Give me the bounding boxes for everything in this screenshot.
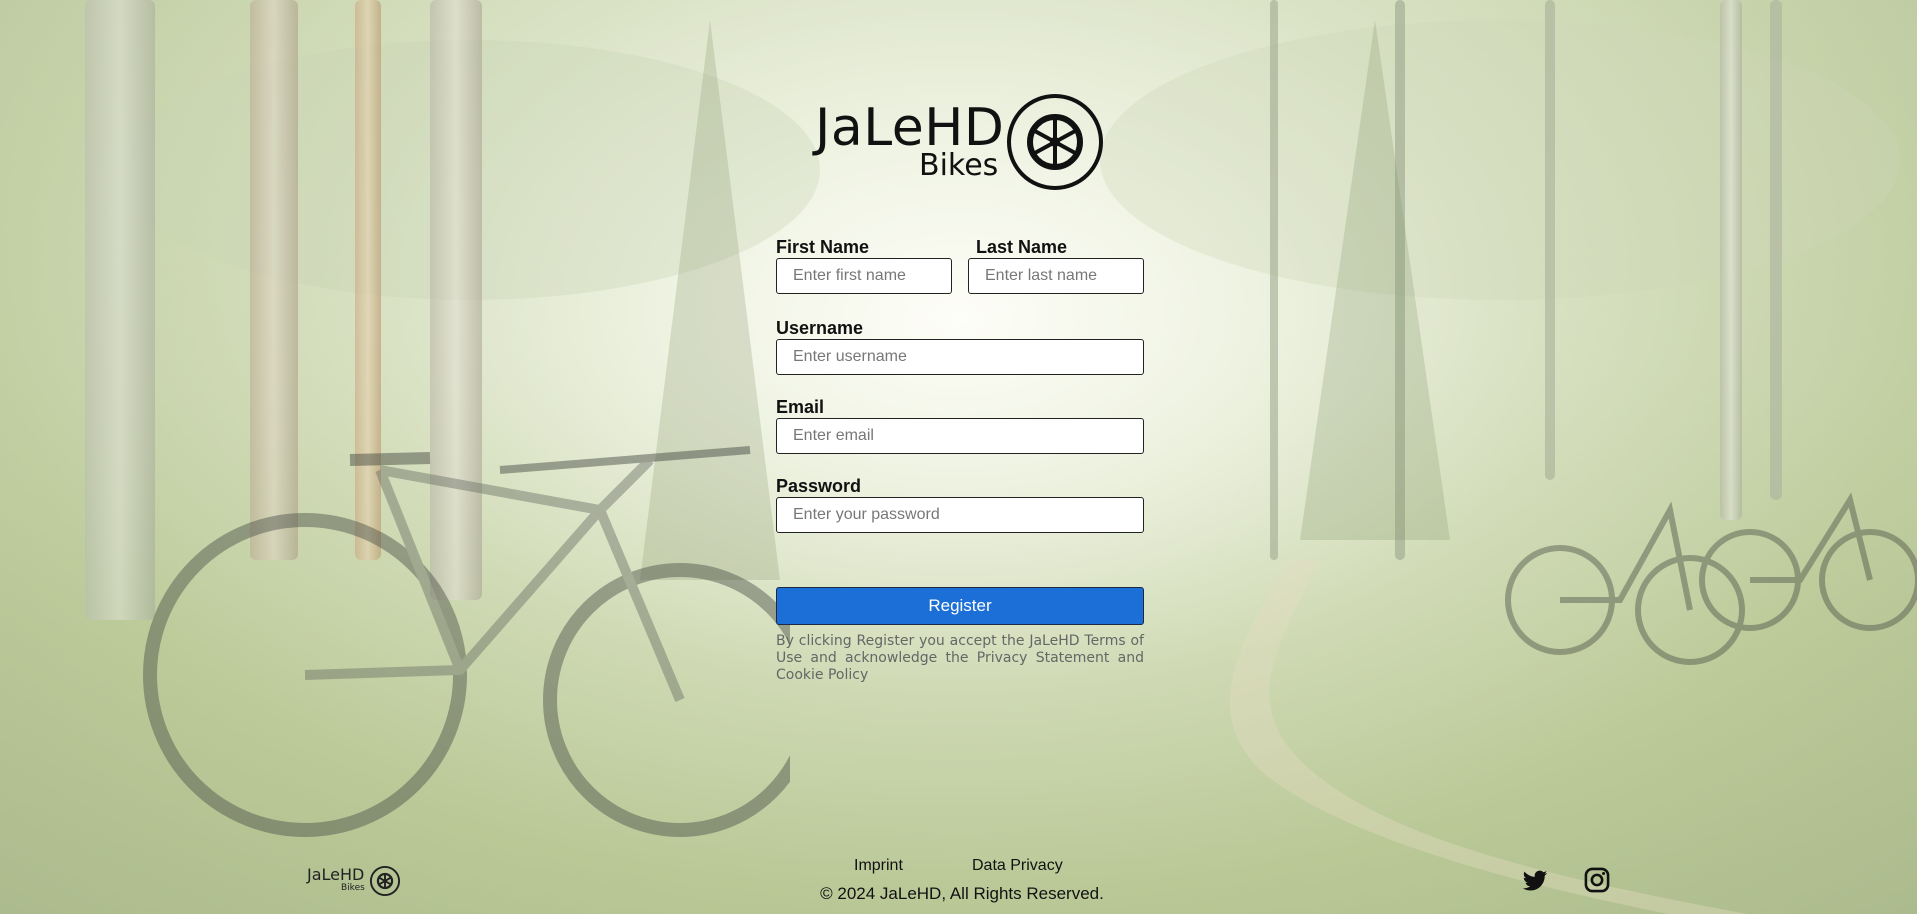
brand-logo: JaLeHD Bikes — [815, 92, 1105, 194]
password-input[interactable] — [776, 497, 1144, 533]
last-name-input[interactable] — [968, 258, 1144, 294]
instagram-icon[interactable] — [1583, 866, 1611, 894]
copyright-text: © 2024 JaLeHD, All Rights Reserved. — [820, 884, 1104, 903]
email-input[interactable] — [776, 418, 1144, 454]
data-privacy-link[interactable]: Data Privacy — [972, 857, 1063, 875]
terms-text: By clicking Register you accept the JaLe… — [776, 633, 1144, 683]
name-row: First Name Last Name — [776, 236, 1144, 296]
username-label: Username — [776, 318, 864, 338]
email-label: Email — [776, 397, 825, 417]
username-group: Username — [776, 317, 1144, 375]
wheel-icon — [369, 865, 401, 897]
password-group: Password — [776, 475, 1144, 533]
brand-sub: Bikes — [919, 148, 999, 183]
wheel-icon — [1007, 94, 1103, 190]
email-group: Email — [776, 396, 1144, 454]
first-name-label: First Name — [776, 237, 870, 257]
register-button[interactable]: Register — [776, 587, 1144, 625]
footer-brand-sub: Bikes — [341, 883, 365, 893]
username-input[interactable] — [776, 339, 1144, 375]
first-name-group: First Name — [776, 236, 952, 294]
twitter-icon[interactable] — [1521, 866, 1549, 894]
password-label: Password — [776, 476, 862, 496]
footer-logo: JaLeHD Bikes — [307, 863, 407, 897]
footer-links: Imprint Data Privacy — [854, 857, 1074, 877]
first-name-input[interactable] — [776, 258, 952, 294]
registration-form: First Name Last Name Username Email Pass… — [776, 236, 1144, 533]
footer-brand-name: JaLeHD — [307, 865, 365, 884]
last-name-group: Last Name — [968, 236, 1144, 294]
last-name-label: Last Name — [976, 237, 1068, 257]
imprint-link[interactable]: Imprint — [854, 857, 903, 875]
